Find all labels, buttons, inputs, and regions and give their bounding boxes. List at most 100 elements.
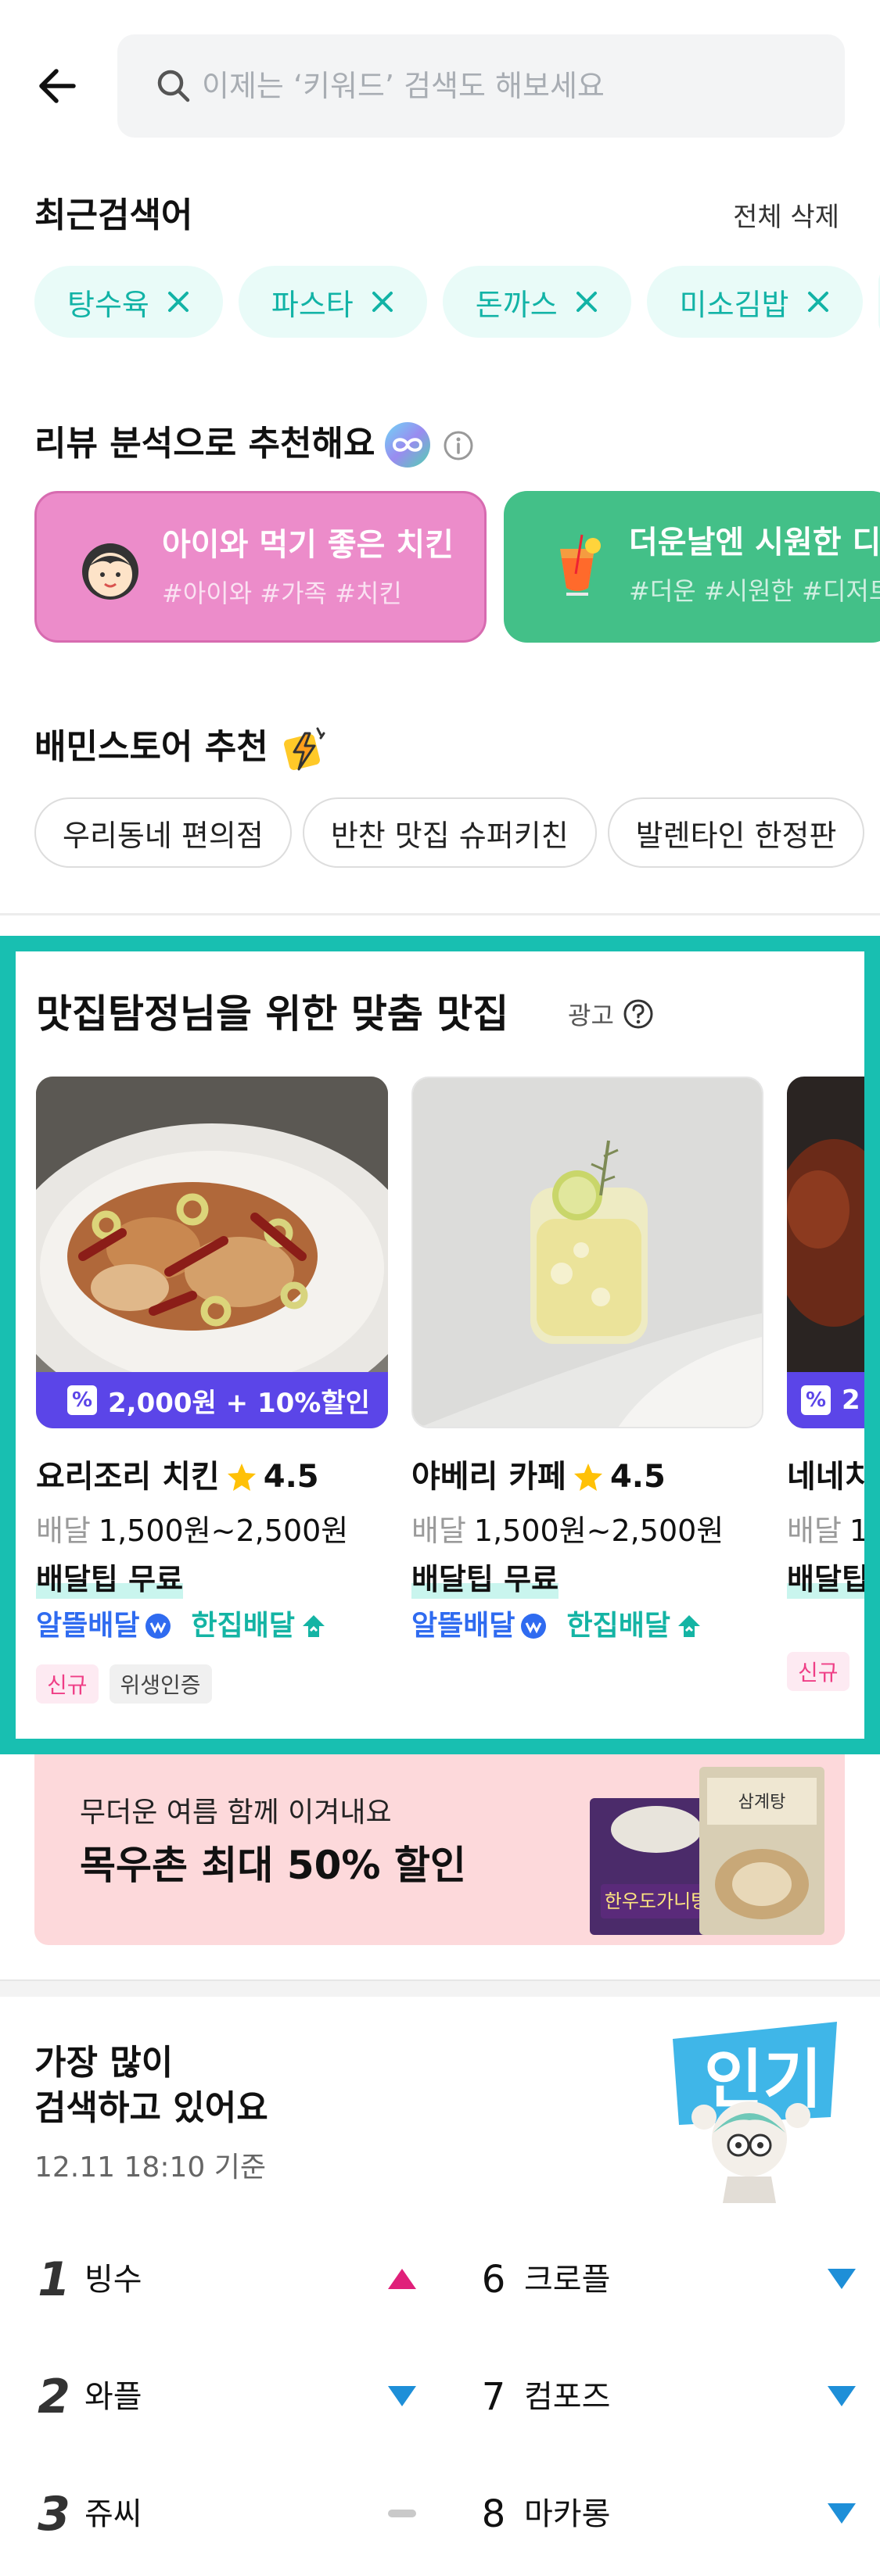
recent-chip[interactable]: 돈까스 — [442, 266, 631, 338]
review-card-kids-chicken[interactable]: 아이와 먹기 좋은 치킨 #아이와 #가족 #치킨 — [34, 491, 487, 643]
close-icon[interactable] — [806, 290, 830, 313]
rank-keyword: 쥬씨 — [84, 2496, 142, 2532]
restaurant-rating: 4.5 — [609, 1459, 666, 1495]
store-pills: 우리동네 편의점 반찬 맛집 슈퍼키친 발렌타인 한정판 — [34, 797, 865, 868]
single-delivery-label: 한집배달 — [191, 1610, 295, 1642]
promo-banner[interactable]: 무더운 여름 함께 이겨내요 목우촌 최대 50% 할인 한우도가니탕 삼계탕 — [34, 1754, 845, 1945]
close-icon[interactable] — [575, 290, 598, 313]
help-icon[interactable] — [623, 998, 654, 1030]
rank-keyword: 컴포즈 — [524, 2379, 611, 2415]
restaurant-image-cafe — [411, 1077, 763, 1428]
rank-row[interactable]: 8 마카롱 — [474, 2483, 857, 2546]
chip-label: 탕수육 — [67, 287, 149, 322]
hygiene-tag: 위생인증 — [109, 1664, 212, 1704]
delivery-fee: 1 — [849, 1514, 869, 1548]
restaurant-name: 야베리 카페 — [411, 1459, 566, 1495]
saver-delivery-icon — [145, 1614, 171, 1639]
search-input[interactable]: 이제는 ‘키워드’ 검색도 해보세요 — [117, 34, 845, 138]
rank-keyword: 마카롱 — [524, 2496, 611, 2532]
delivery-fee-row: 배달 1,500원~2,500원 — [36, 1511, 348, 1550]
saver-delivery-icon — [521, 1614, 547, 1639]
product-package-image: 한우도가니탕 삼계탕 — [590, 1767, 824, 1935]
search-icon — [157, 70, 190, 102]
banner-title: 목우촌 최대 50% 할인 — [80, 1843, 466, 1888]
review-recommend-title: 리뷰 분석으로 추천해요 — [34, 424, 375, 464]
review-card-title: 더운날엔 시원한 디저트 — [629, 525, 880, 561]
restaurant-tags: 신규 위생인증 — [36, 1664, 212, 1704]
new-tag: 신규 — [36, 1664, 99, 1704]
delivery-fee-row: 배달 1,500원~2,500원 — [411, 1511, 724, 1550]
cocktail-icon — [560, 534, 601, 596]
rank-row[interactable]: 6 크로플 — [474, 2248, 857, 2311]
ai-analysis-icon — [385, 422, 430, 468]
discount-text: 2 — [842, 1385, 860, 1416]
chip-label: 파스타 — [271, 287, 354, 322]
recent-chip[interactable]: 미소김밥 — [646, 266, 863, 338]
close-icon[interactable] — [371, 290, 394, 313]
section-divider — [0, 913, 880, 915]
delivery-fee: 1,500원~2,500원 — [98, 1514, 349, 1548]
saver-delivery-label: 알뜰배달 — [411, 1610, 515, 1642]
rank-keyword: 크로플 — [524, 2262, 611, 2298]
review-card-tags: #더운 #시원한 #디저트 — [629, 576, 880, 606]
restaurant-name-row: 네네치 — [787, 1456, 874, 1497]
rank-row[interactable]: 7 컴포즈 — [474, 2366, 857, 2428]
recent-chip[interactable]: 탕수육 — [34, 266, 223, 338]
close-icon[interactable] — [167, 290, 190, 313]
percent-icon: % — [801, 1385, 831, 1415]
delivery-fee: 1,500원~2,500원 — [473, 1514, 724, 1548]
delete-all-button[interactable]: 전체 삭제 — [733, 195, 839, 239]
rank-keyword: 빙수 — [84, 2262, 142, 2298]
popular-title-line2: 검색하고 있어요 — [34, 2088, 268, 2128]
rank-row[interactable]: 2 와플 — [34, 2366, 418, 2428]
trend-down-icon — [388, 2386, 416, 2406]
restaurant-name: 네네치 — [787, 1459, 874, 1495]
product-label-2: 삼계탕 — [738, 1793, 786, 1812]
popular-timestamp: 12.11 18:10 기준 — [34, 2151, 266, 2184]
back-arrow-icon[interactable] — [34, 63, 81, 109]
recent-searches-title: 최근검색어 — [34, 195, 193, 235]
store-pill[interactable]: 발렌타인 한정판 — [607, 797, 865, 868]
popular-title: 가장 많이 검색하고 있어요 — [34, 2040, 268, 2131]
popular-title-line1: 가장 많이 — [34, 2043, 174, 2083]
store-pill[interactable]: 반찬 맛집 슈퍼키친 — [302, 797, 597, 868]
recent-chip[interactable]: 파스타 — [238, 266, 427, 338]
delivery-fee-row: 배달 1 — [787, 1511, 869, 1550]
rank-row[interactable]: 1 빙수 — [34, 2248, 418, 2311]
rank-number: 7 — [481, 2375, 506, 2419]
free-tip-label: 배달팁 무료 — [36, 1560, 184, 1599]
review-card-title: 아이와 먹기 좋은 치킨 — [162, 527, 454, 563]
info-icon[interactable] — [443, 430, 474, 461]
trend-down-icon — [828, 2269, 856, 2289]
product-label-1: 한우도가니탕 — [605, 1890, 708, 1912]
restaurant-tags: 신규 — [787, 1652, 849, 1691]
popular-character-illustration: 인기 — [673, 2022, 837, 2203]
rank-keyword: 와플 — [84, 2379, 142, 2415]
delivery-label: 배달 — [787, 1514, 842, 1548]
featured-restaurants-section: 맛집탐정님을 위한 맞춤 맛집 광고 % 2,000원 + 10%할인 요리조리… — [0, 936, 880, 1754]
lightning-bag-icon — [284, 727, 325, 771]
percent-icon: % — [67, 1385, 97, 1415]
rank-row[interactable]: 3 쥬씨 — [34, 2483, 418, 2546]
rank-number: 3 — [38, 2487, 70, 2542]
rank-number: 6 — [481, 2258, 506, 2302]
trend-up-icon — [388, 2269, 416, 2289]
search-placeholder: 이제는 ‘키워드’ 검색도 해보세요 — [202, 69, 605, 103]
single-delivery-label: 한집배달 — [566, 1610, 670, 1642]
restaurant-name-row: 야베리 카페 4.5 — [411, 1456, 666, 1497]
trend-same-icon — [388, 2510, 416, 2517]
free-tip-label: 배달팁 무료 — [411, 1560, 559, 1599]
delivery-label: 배달 — [411, 1514, 466, 1548]
home-arrow-icon — [677, 1615, 700, 1637]
store-recommend-title: 배민스토어 추천 — [34, 727, 268, 767]
delivery-label: 배달 — [36, 1514, 91, 1548]
new-tag: 신규 — [787, 1652, 849, 1691]
recent-search-chips: 탕수육 파스타 돈까스 미소김밥 — [34, 266, 880, 338]
trend-down-icon — [828, 2503, 856, 2524]
delivery-modes: 알뜰배달 한집배달 — [411, 1607, 703, 1646]
rank-number: 1 — [38, 2252, 70, 2307]
store-pill[interactable]: 우리동네 편의점 — [34, 797, 292, 868]
discount-badge: % 2 — [787, 1372, 864, 1428]
discount-text: 2,000원 + 10%할인 — [108, 1387, 370, 1419]
review-card-summer-dessert[interactable]: 더운날엔 시원한 디저트 #더운 #시원한 #디저트 — [504, 491, 880, 643]
